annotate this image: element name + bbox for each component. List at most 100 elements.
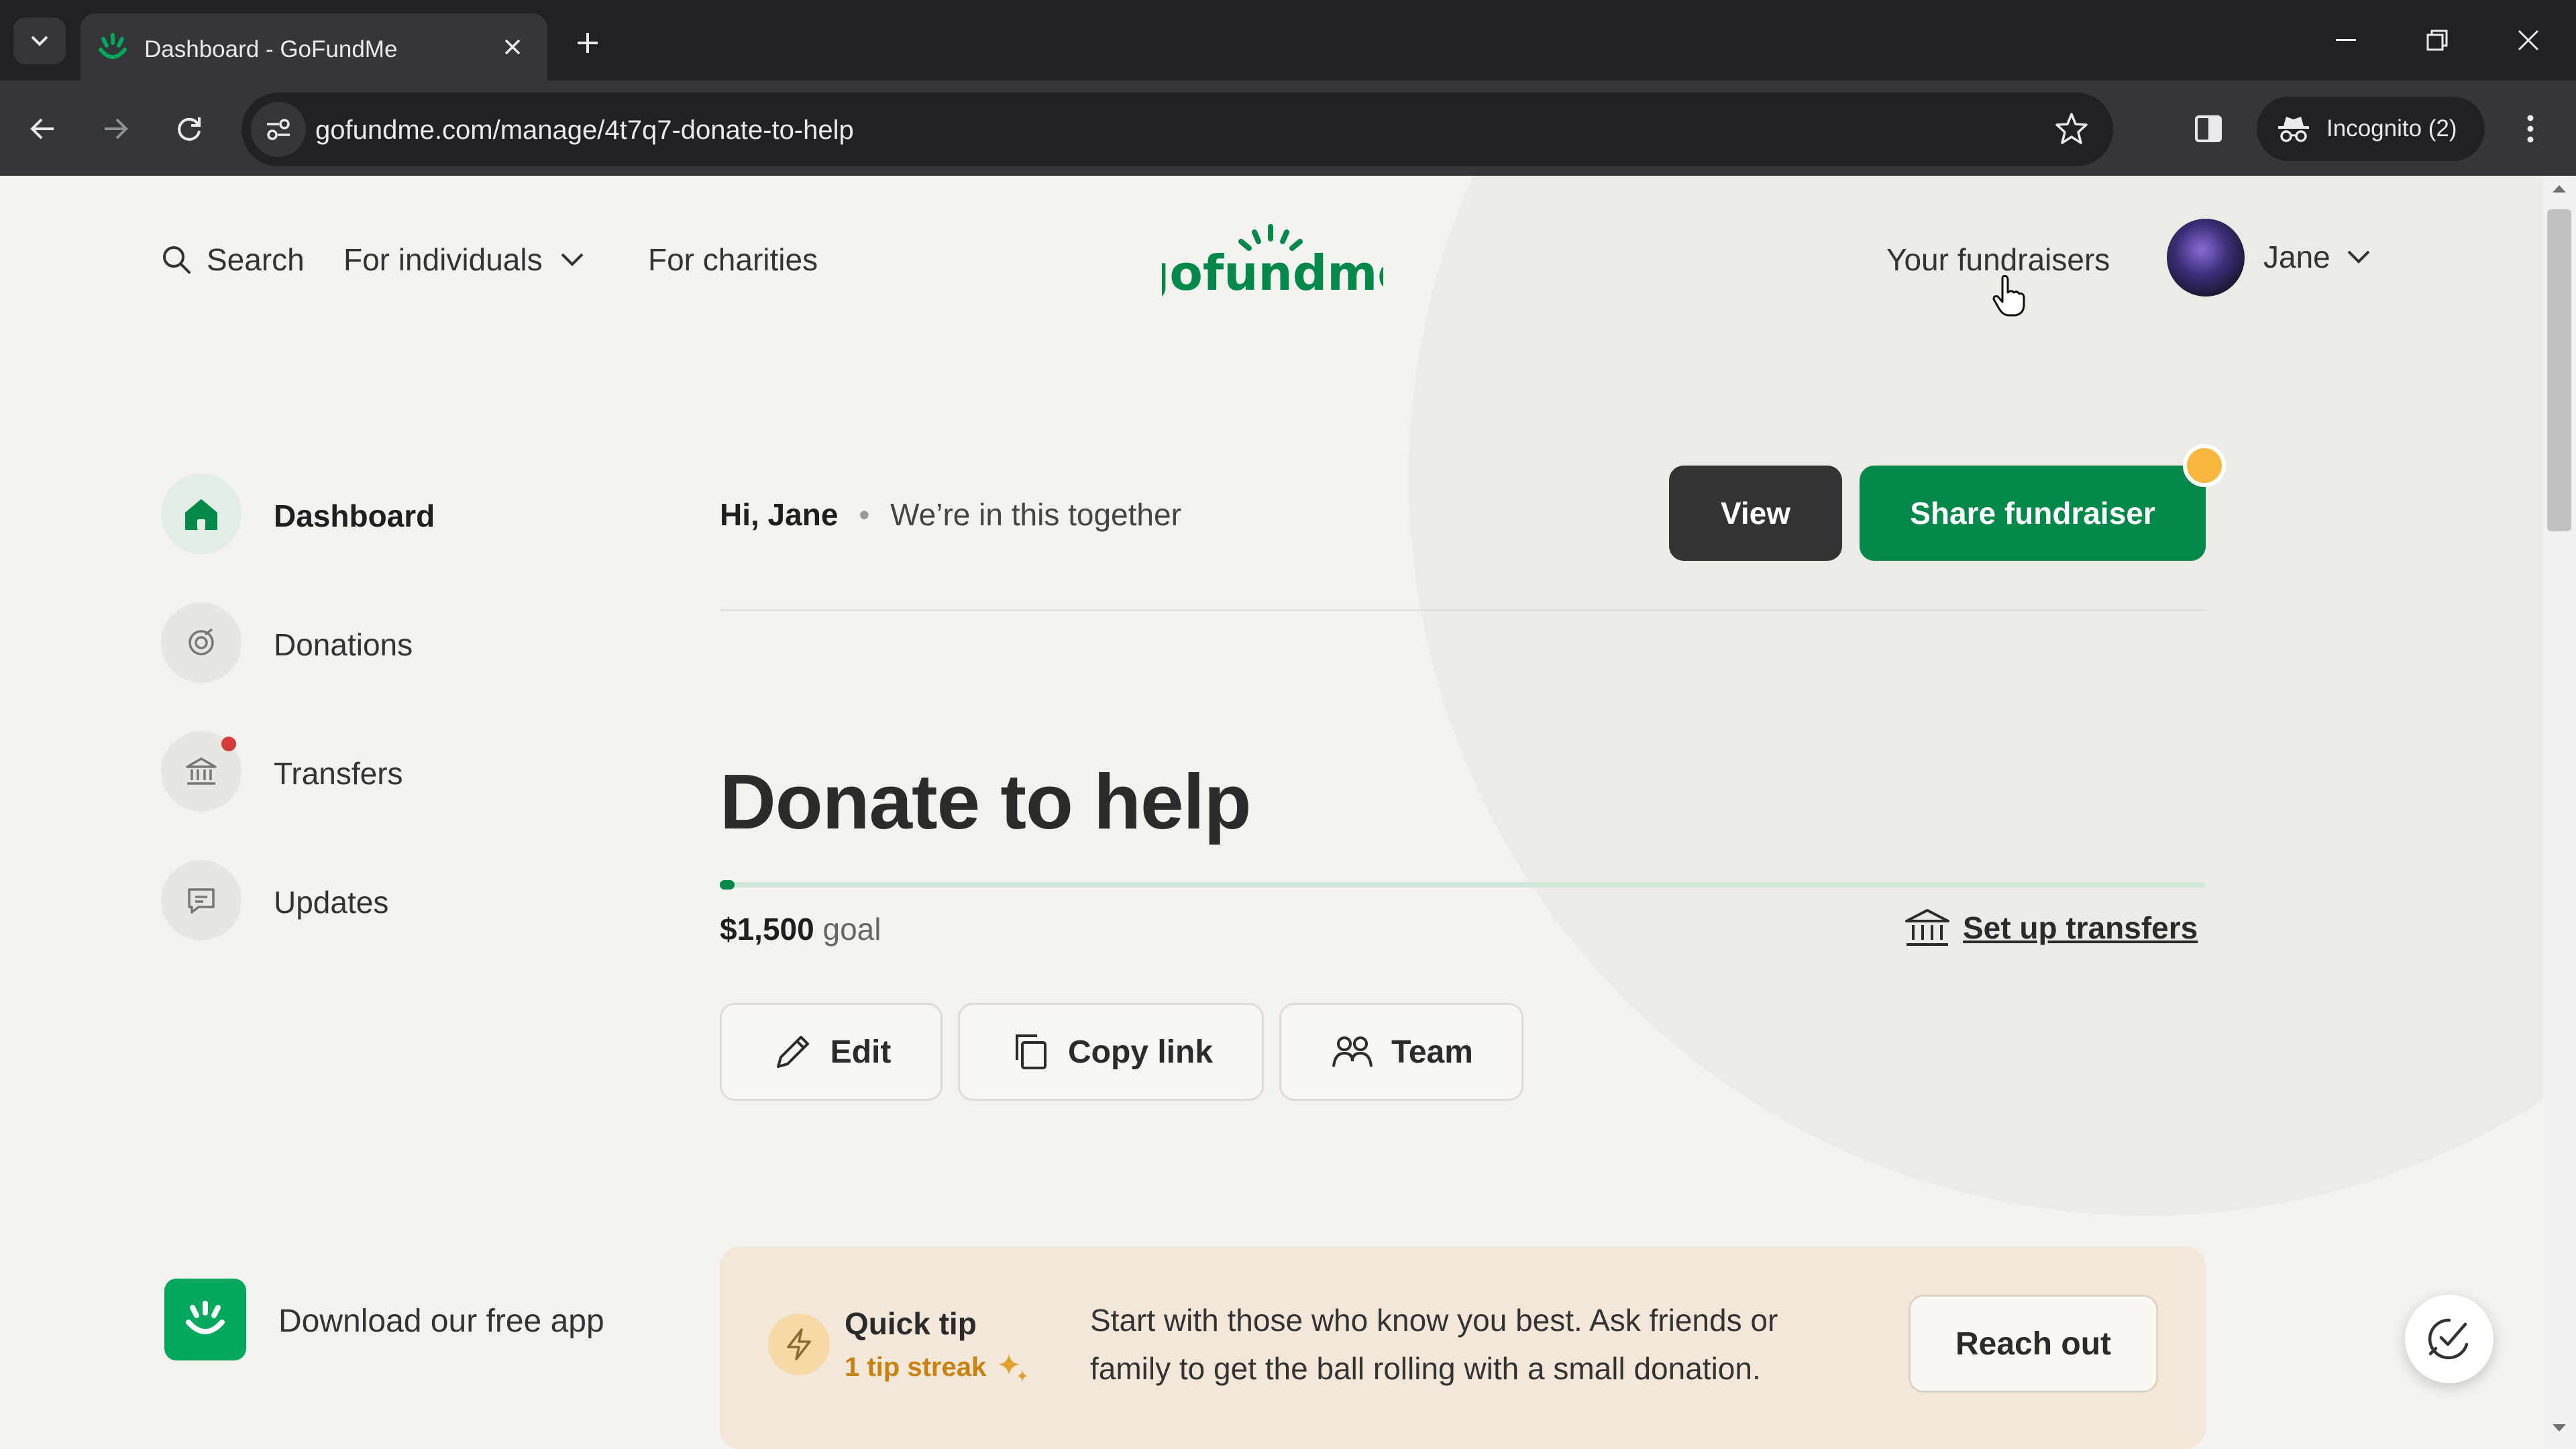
edit-label: Edit	[830, 1034, 892, 1070]
browser-menu-button[interactable]	[2509, 107, 2552, 150]
sidebar-item-transfers[interactable]: Transfers	[161, 731, 631, 812]
back-button[interactable]	[21, 107, 64, 150]
copy-link-label: Copy link	[1067, 1034, 1214, 1070]
pencil-icon	[776, 1036, 809, 1068]
sidebar-icon-wrap	[161, 474, 241, 554]
sidebar-item-label: Transfers	[274, 756, 403, 791]
new-tab-button[interactable]	[569, 24, 606, 62]
fundraiser-title: Donate to help	[720, 758, 1252, 845]
forward-button[interactable]	[94, 107, 137, 150]
reach-out-button[interactable]: Reach out	[1909, 1295, 2158, 1393]
reload-icon	[178, 117, 201, 141]
side-panel-button[interactable]	[2187, 107, 2230, 150]
background-decoration	[1409, 176, 2542, 1216]
set-up-transfers-label: Set up transfers	[1963, 910, 2198, 945]
gofundme-favicon-icon	[99, 33, 127, 59]
search-icon	[163, 246, 191, 274]
team-icon	[1332, 1036, 1373, 1067]
your-fundraisers-link[interactable]: Your fundraisers	[1886, 241, 2110, 278]
close-window-button[interactable]	[2505, 19, 2552, 62]
share-fundraiser-button[interactable]: Share fundraiser	[1860, 466, 2206, 561]
bookmark-star-button[interactable]	[2053, 110, 2090, 148]
goal-suffix: goal	[822, 912, 881, 947]
sidebar-item-updates[interactable]: Updates	[161, 860, 631, 941]
gofundme-app-icon	[186, 1301, 225, 1334]
chat-help-button[interactable]	[2405, 1295, 2493, 1383]
home-icon	[185, 499, 217, 530]
tip-icon-wrap	[768, 1313, 830, 1375]
view-button[interactable]: View	[1669, 466, 1842, 561]
incognito-icon	[2278, 117, 2309, 142]
tip-streak: 1 tip streak	[845, 1351, 1030, 1383]
scroll-down-arrow-icon[interactable]	[2551, 1422, 2568, 1434]
copy-link-button[interactable]: Copy link	[958, 1003, 1264, 1101]
search-button[interactable]: Search	[161, 241, 305, 278]
restore-icon	[2426, 30, 2448, 51]
tip-streak-label: 1 tip streak	[845, 1352, 987, 1382]
goal-text: $1,500 goal	[720, 911, 881, 947]
kebab-menu-icon	[2527, 115, 2534, 143]
scroll-up-arrow-icon[interactable]	[2551, 182, 2568, 195]
address-bar[interactable]: gofundme.com/manage/4t7q7-donate-to-help	[241, 93, 2113, 166]
plus-icon	[578, 33, 598, 53]
sidebar-item-donations[interactable]: Donations	[161, 602, 631, 683]
for-individuals-menu[interactable]: For individuals	[343, 241, 584, 278]
goal-progress-bar	[720, 880, 2206, 890]
logo-text: gofundme	[1162, 245, 1383, 299]
greeting: Hi, Jane • We’re in this together	[720, 496, 1181, 533]
quick-tip-card: Quick tip 1 tip streak Start with those …	[720, 1246, 2206, 1449]
back-icon	[30, 118, 54, 140]
donations-icon	[189, 628, 214, 655]
user-name: Jane	[2263, 239, 2330, 274]
restore-button[interactable]	[2414, 19, 2461, 62]
team-button[interactable]: Team	[1279, 1003, 1523, 1101]
download-app-link[interactable]: Download our free app	[164, 1279, 674, 1360]
tab-list-icon	[31, 36, 48, 46]
side-panel-icon	[2195, 115, 2222, 142]
notification-dot	[221, 737, 236, 751]
incognito-label: Incognito (2)	[2326, 115, 2457, 142]
close-window-icon	[2518, 30, 2539, 51]
browser-tab-bar: Dashboard - GoFundMe	[0, 0, 2576, 80]
sidebar-item-label: Updates	[274, 885, 389, 920]
bank-icon	[1905, 909, 1949, 946]
goal-amount: $1,500	[720, 912, 814, 947]
bank-icon	[186, 757, 217, 785]
edit-button[interactable]: Edit	[720, 1003, 943, 1101]
avatar[interactable]	[2167, 219, 2245, 297]
greeting-name: Hi, Jane	[720, 497, 839, 532]
quick-tip-title: Quick tip	[845, 1306, 977, 1341]
browser-toolbar: gofundme.com/manage/4t7q7-donate-to-help…	[0, 80, 2576, 176]
site-info-button[interactable]	[251, 102, 306, 157]
forward-icon	[105, 118, 128, 140]
greeting-separator: •	[859, 497, 870, 532]
hand-cursor-icon	[1992, 275, 2025, 317]
url-text: gofundme.com/manage/4t7q7-donate-to-help	[315, 115, 854, 145]
tab-title: Dashboard - GoFundMe	[144, 36, 398, 62]
active-tab[interactable]: Dashboard - GoFundMe	[80, 13, 547, 80]
incognito-indicator[interactable]: Incognito (2)	[2257, 97, 2485, 161]
minimize-icon	[2336, 39, 2356, 41]
tab-list-button[interactable]	[13, 17, 66, 64]
sidebar-item-dashboard[interactable]: Dashboard	[161, 474, 631, 554]
minimize-button[interactable]	[2322, 19, 2369, 62]
for-charities-link[interactable]: For charities	[648, 241, 818, 278]
for-individuals-label: For individuals	[343, 242, 543, 277]
updates-icon	[188, 888, 215, 914]
quick-tip-text: Start with those who know you best. Ask …	[1090, 1303, 1778, 1386]
user-menu[interactable]: Jane	[2263, 239, 2371, 275]
gofundme-logo[interactable]: gofundme	[1162, 221, 1383, 299]
sparkle-icon	[998, 1354, 1028, 1382]
copy-icon	[1015, 1034, 1046, 1069]
chevron-down-icon	[2347, 250, 2370, 264]
tab-close-button[interactable]	[496, 31, 529, 63]
set-up-transfers-link[interactable]: Set up transfers	[1904, 904, 2198, 951]
divider	[720, 609, 2206, 611]
download-app-label: Download our free app	[278, 1303, 604, 1339]
scrollbar-thumb[interactable]	[2547, 209, 2571, 531]
reload-button[interactable]	[168, 107, 211, 150]
for-charities-label: For charities	[648, 242, 818, 277]
site-info-icon	[267, 119, 290, 140]
sidebar-icon-wrap	[161, 602, 241, 683]
share-notification-badge	[2187, 448, 2222, 483]
